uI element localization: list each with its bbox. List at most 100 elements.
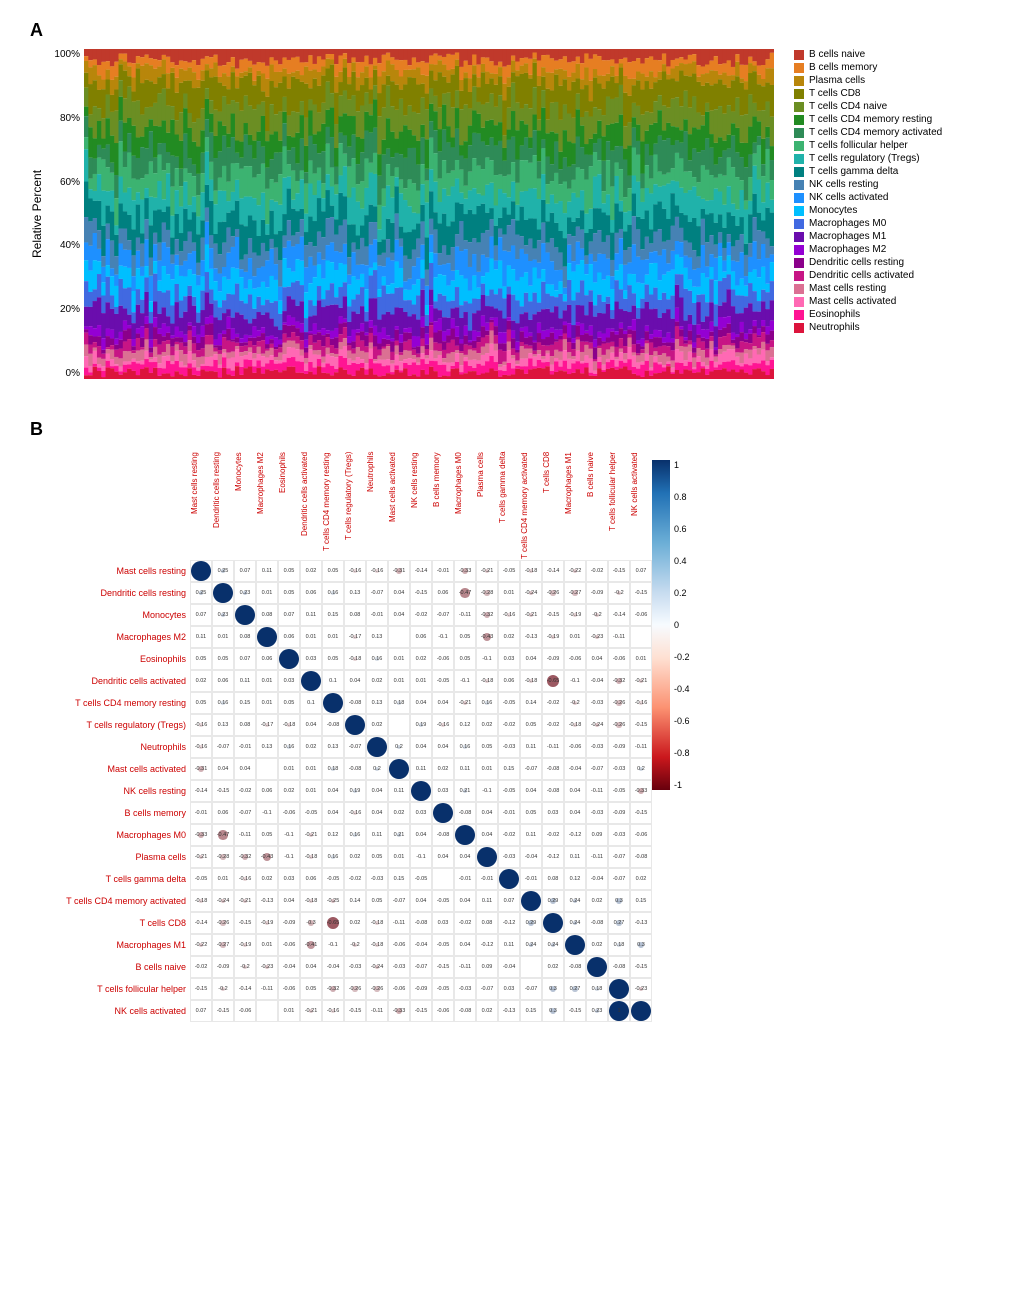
matrix-cell: -0.26 bbox=[366, 978, 388, 1000]
cell-value: 0.05 bbox=[196, 656, 207, 662]
col-label: T cells follicular helper bbox=[608, 450, 630, 560]
matrix-cell: -0.18 bbox=[476, 670, 498, 692]
matrix-cell: 0.16 bbox=[322, 846, 344, 868]
cell-value: -0.06 bbox=[393, 986, 406, 992]
matrix-cell: 0.05 bbox=[212, 648, 234, 670]
matrix-cell: 0.01 bbox=[278, 1000, 300, 1022]
cell-value: -0.12 bbox=[503, 920, 516, 926]
cell-value: 0.01 bbox=[262, 700, 273, 706]
cell-value: 0.04 bbox=[306, 722, 317, 728]
cell-value: -0.21 bbox=[195, 854, 208, 860]
cell-value: -0.47 bbox=[217, 832, 230, 838]
cell-value: -0.07 bbox=[415, 964, 428, 970]
matrix-cell: 0.18 bbox=[388, 692, 410, 714]
matrix-cell: 0.02 bbox=[586, 934, 608, 956]
matrix-cell: 0.03 bbox=[278, 868, 300, 890]
matrix-cell: 0.06 bbox=[278, 626, 300, 648]
matrix-cell: 0.02 bbox=[410, 648, 432, 670]
matrix-cell: -0.07 bbox=[234, 802, 256, 824]
matrix-cell bbox=[256, 758, 278, 780]
col-label: Neutrophils bbox=[366, 450, 388, 560]
cell-value: 0.24 bbox=[526, 942, 537, 948]
legend-item-label: Mast cells activated bbox=[809, 296, 896, 307]
cell-value: 0.27 bbox=[570, 986, 581, 992]
matrix-cell: 0.08 bbox=[234, 714, 256, 736]
matrix-cell: 0.05 bbox=[190, 692, 212, 714]
panel-b-content: Mast cells restingDendritic cells restin… bbox=[30, 450, 990, 1022]
cell-value: -0.02 bbox=[547, 832, 560, 838]
matrix-cell: 0.08 bbox=[256, 604, 278, 626]
matrix-cell: -0.16 bbox=[366, 560, 388, 582]
cell-value: 0.05 bbox=[218, 656, 229, 662]
cell-value: -0.04 bbox=[569, 766, 582, 772]
matrix-cell: 0.29 bbox=[542, 890, 564, 912]
matrix-cell: -0.1 bbox=[432, 626, 454, 648]
cell-value: -0.01 bbox=[371, 612, 384, 618]
matrix-cell: 0.01 bbox=[476, 758, 498, 780]
cell-value: -0.17 bbox=[261, 722, 274, 728]
cell-value: 0.11 bbox=[504, 942, 514, 948]
cell-value: 0.12 bbox=[570, 876, 581, 882]
cell-value: 0.01 bbox=[394, 678, 405, 684]
matrix-cell: -0.24 bbox=[520, 582, 542, 604]
cell-value: -0.02 bbox=[349, 876, 362, 882]
legend-item: B cells memory bbox=[794, 62, 942, 73]
matrix-cell: 0.05 bbox=[278, 560, 300, 582]
matrix-cell: -0.06 bbox=[432, 1000, 454, 1022]
cell-value: -0.33 bbox=[195, 832, 208, 838]
cell-value: -0.01 bbox=[195, 810, 208, 816]
cell-value: 0.3 bbox=[637, 942, 645, 948]
cell-value: -0.07 bbox=[437, 612, 450, 618]
cell-value: -0.06 bbox=[569, 656, 582, 662]
matrix-cell: -0.07 bbox=[344, 736, 366, 758]
cell-value: 0.01 bbox=[306, 788, 317, 794]
cell-value: -0.1 bbox=[438, 634, 447, 640]
cell-value: 0.02 bbox=[350, 920, 361, 926]
legend-color-swatch bbox=[794, 271, 804, 281]
row-label: Mast cells resting bbox=[30, 560, 190, 582]
matrix-cell: 0.24 bbox=[564, 890, 586, 912]
matrix-cell: -0.03 bbox=[608, 758, 630, 780]
cell-value: -0.03 bbox=[459, 986, 472, 992]
cell-value: -0.05 bbox=[437, 678, 450, 684]
matrix-cell: 0.04 bbox=[322, 802, 344, 824]
matrix-cell: -0.06 bbox=[630, 824, 652, 846]
matrix-cell: 0.09 bbox=[476, 956, 498, 978]
cell-value: 0.05 bbox=[328, 656, 339, 662]
cell-value: 0.02 bbox=[592, 898, 603, 904]
cell-value: -0.05 bbox=[437, 898, 450, 904]
cell-value: -0.01 bbox=[239, 744, 252, 750]
cell-value: -0.3 bbox=[306, 920, 315, 926]
matrix-cell: -0.65 bbox=[322, 912, 344, 934]
matrix-cell: -0.24 bbox=[586, 714, 608, 736]
cell-value: 0.25 bbox=[196, 590, 207, 596]
legend-color-swatch bbox=[794, 89, 804, 99]
matrix-cell: -0.02 bbox=[586, 560, 608, 582]
matrix-cell: 0.11 bbox=[234, 670, 256, 692]
matrix-cell: -0.08 bbox=[542, 758, 564, 780]
matrix-cell: -0.03 bbox=[498, 736, 520, 758]
matrix-cell: -0.09 bbox=[608, 736, 630, 758]
matrix-cell: 0.04 bbox=[300, 956, 322, 978]
cell-value: -0.21 bbox=[525, 612, 538, 618]
cell-value: -0.07 bbox=[239, 810, 252, 816]
matrix-cell: -0.05 bbox=[608, 780, 630, 802]
cell-value: 0.04 bbox=[460, 942, 471, 948]
matrix-cell: 0.05 bbox=[278, 692, 300, 714]
cell-value: -0.06 bbox=[437, 1008, 450, 1014]
cell-value: 0.04 bbox=[372, 788, 383, 794]
matrix-cell: -0.1 bbox=[278, 824, 300, 846]
matrix-cell: -0.21 bbox=[454, 692, 476, 714]
matrix-cell: 0.04 bbox=[432, 736, 454, 758]
matrix-cell: -0.01 bbox=[234, 736, 256, 758]
matrix-cell: 0.04 bbox=[476, 824, 498, 846]
matrix-cell: -0.05 bbox=[432, 890, 454, 912]
matrix-cell: 0.18 bbox=[608, 934, 630, 956]
matrix-cell: 0.11 bbox=[256, 560, 278, 582]
cell-value: -0.16 bbox=[635, 700, 648, 706]
cell-value: 0.04 bbox=[328, 788, 339, 794]
legend-item-label: Macrophages M0 bbox=[809, 218, 886, 229]
matrix-cell: 0.01 bbox=[256, 582, 278, 604]
matrix-cell: -0.11 bbox=[366, 1000, 388, 1022]
cell-value: -0.16 bbox=[239, 876, 252, 882]
